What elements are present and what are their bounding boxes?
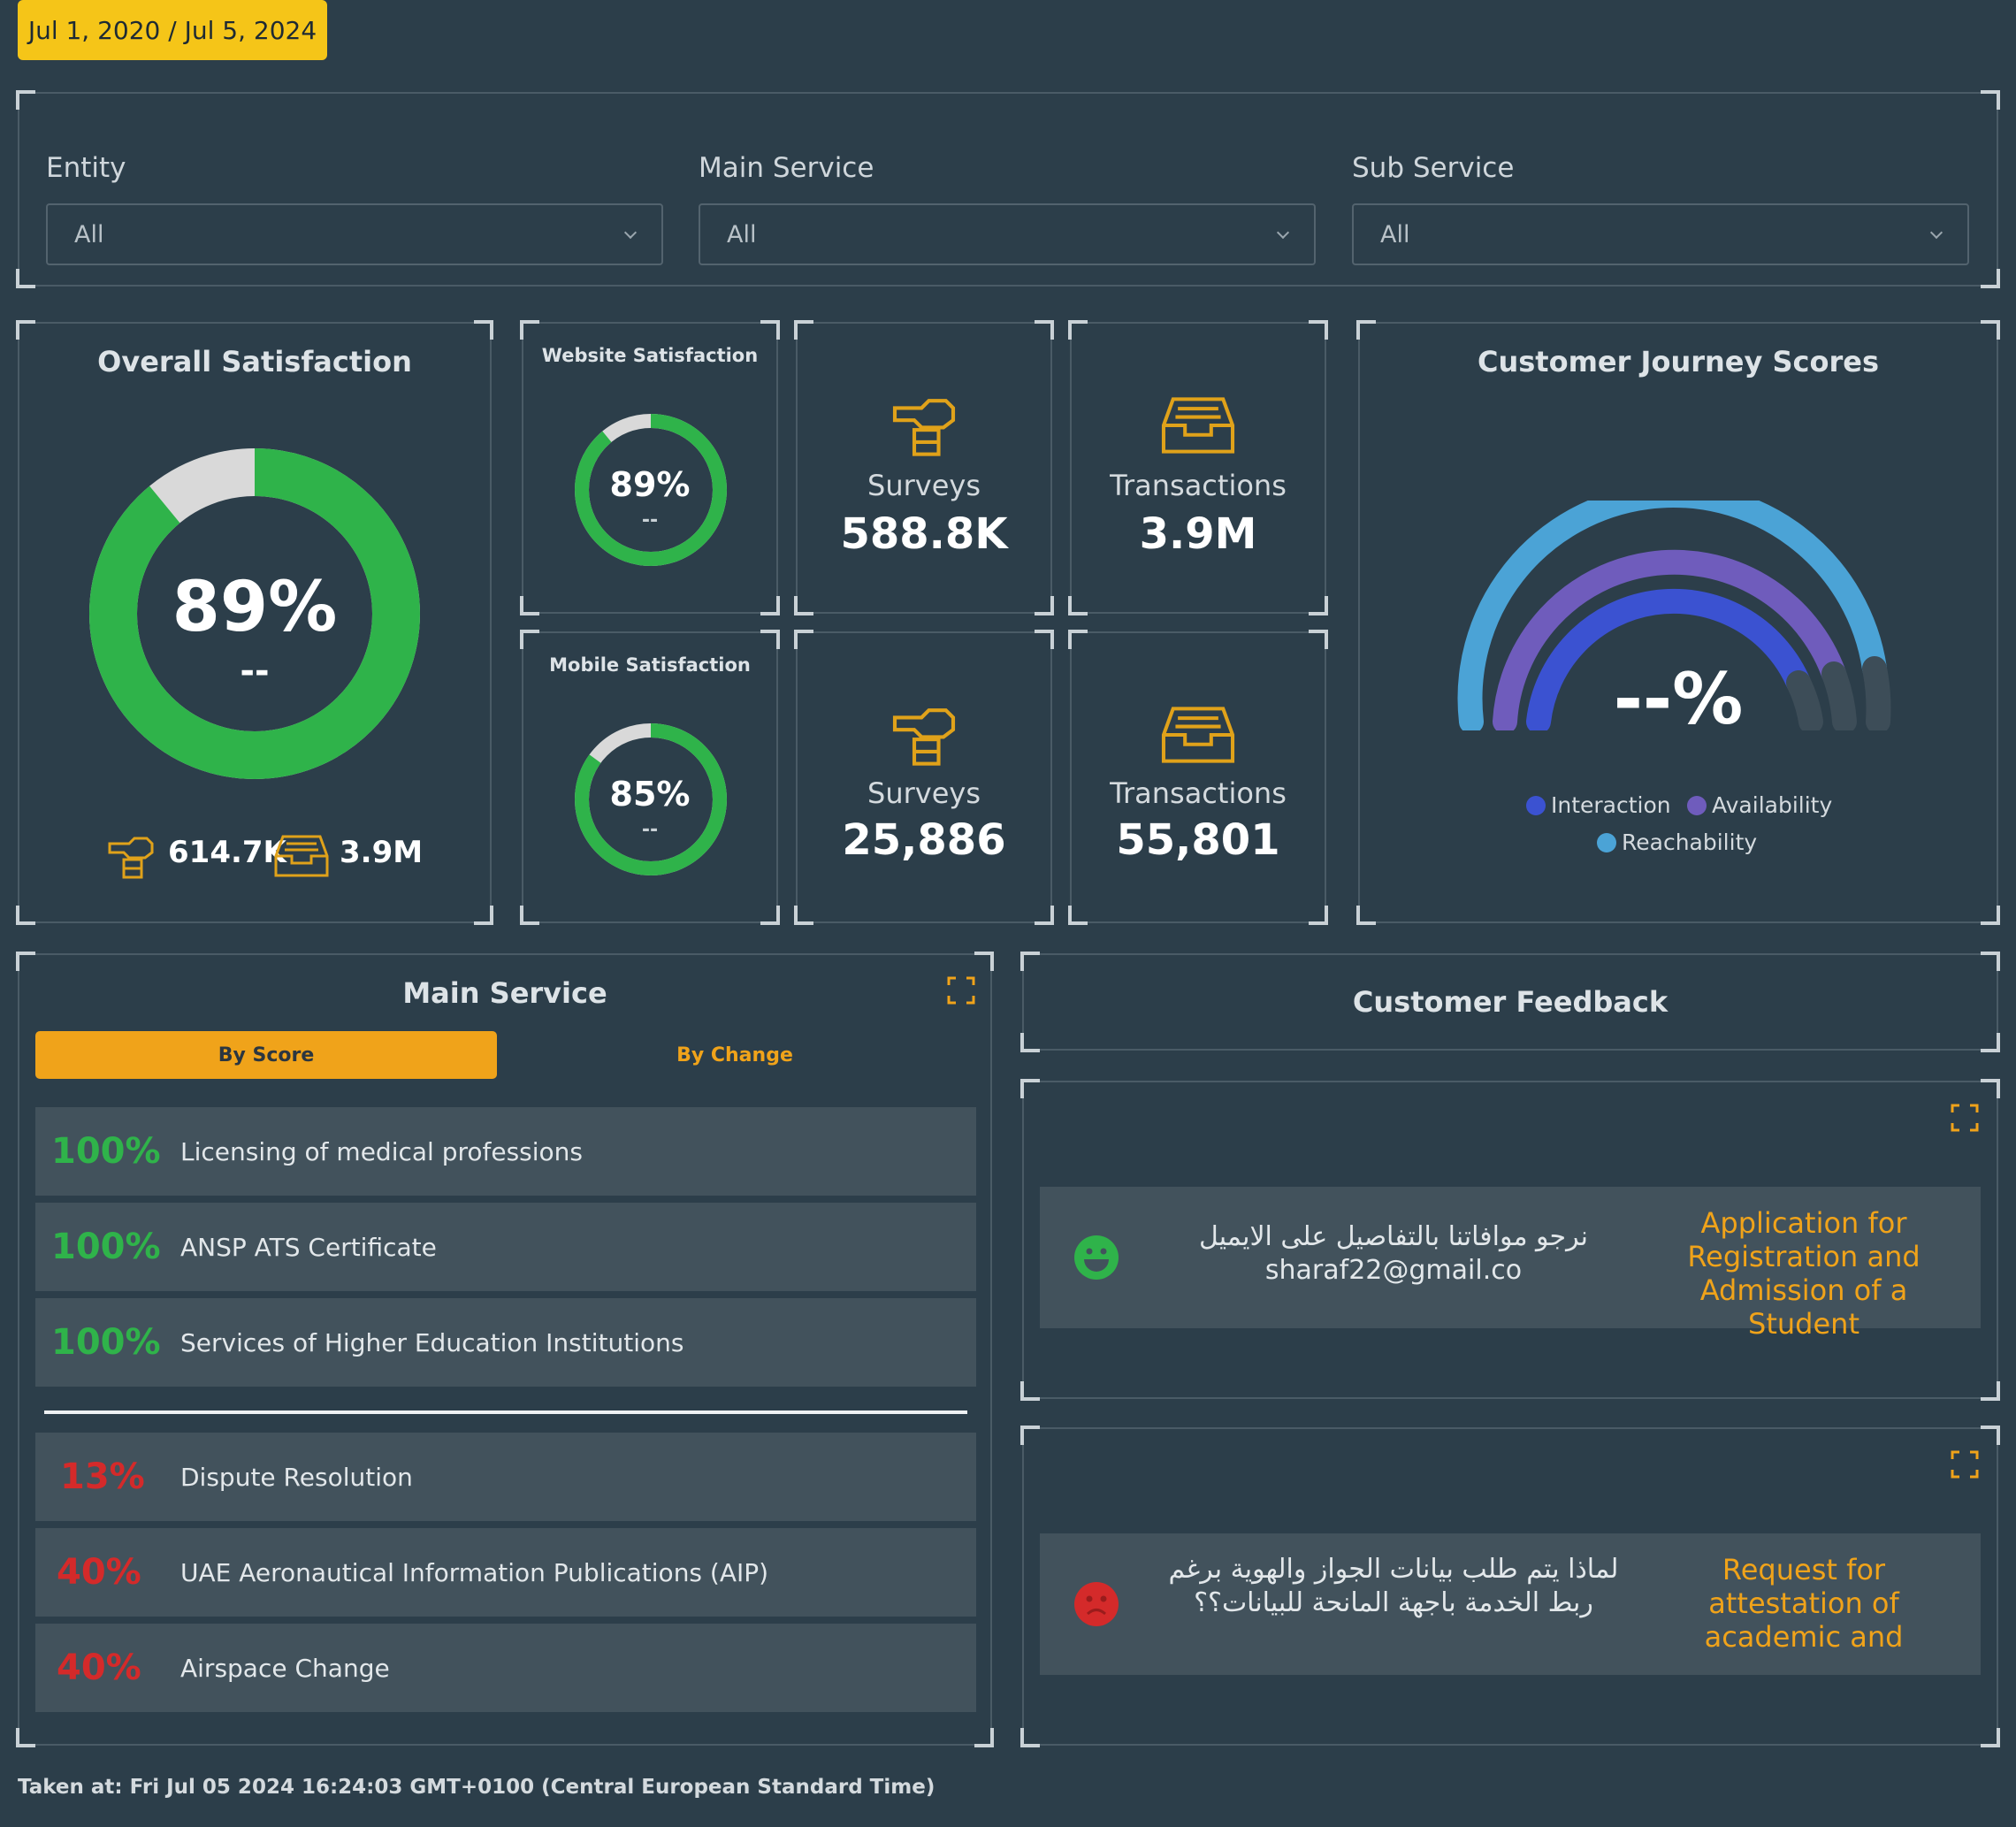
list-item[interactable]: 100% Services of Higher Education Instit… <box>35 1298 976 1387</box>
list-item[interactable]: 13% Dispute Resolution <box>35 1433 976 1521</box>
transactions-icon <box>274 835 329 877</box>
list-divider <box>44 1410 967 1414</box>
web-transactions-label: Transactions <box>1110 469 1287 502</box>
surveys-icon <box>108 837 154 879</box>
service-name: Licensing of medical professions <box>180 1136 584 1166</box>
legend-dot <box>1526 796 1546 815</box>
list-item[interactable]: 100% ANSP ATS Certificate <box>35 1203 976 1291</box>
mobile-transactions-card: Transactions 55,801 <box>1068 630 1328 925</box>
legend-dot <box>1687 796 1707 815</box>
chevron-down-icon <box>1276 226 1290 240</box>
customer-feedback-header: Customer Feedback <box>1020 952 2000 1052</box>
legend-dot <box>1597 833 1616 852</box>
overall-transactions-value: 3.9M <box>340 835 424 870</box>
entity-select-value: All <box>74 220 104 248</box>
service-score: 100% <box>51 1131 161 1172</box>
happy-face-icon <box>1074 1235 1119 1280</box>
main-service-select[interactable]: All <box>699 203 1316 265</box>
main-service-select-value: All <box>727 220 757 248</box>
overall-surveys-value: 614.7K <box>168 835 286 870</box>
journey-legend-availability: Availability <box>1687 792 1832 818</box>
web-surveys-label: Surveys <box>867 469 981 502</box>
capture-timestamp: Taken at: Fri Jul 05 2024 16:24:03 GMT+0… <box>18 1776 935 1799</box>
website-satisfaction-change: -- <box>641 509 659 531</box>
web-transactions-value: 3.9M <box>1139 509 1257 559</box>
website-satisfaction-percent: 89% <box>609 465 691 504</box>
website-satisfaction-panel: Website Satisfaction 89% -- <box>520 320 780 615</box>
feedback-service: Request for attestation of academic and <box>1704 1553 1904 1654</box>
feedback-text: لماذا يتم طلب بيانات الجواز والهوية برغم… <box>1168 1554 1619 1618</box>
expand-icon[interactable] <box>1951 1450 1979 1479</box>
customer-journey-value: --% <box>1613 658 1744 740</box>
feedback-text: نرجو موافاتنا بالتفاصيل على الايميل shar… <box>1198 1221 1588 1286</box>
mobile-surveys-label: Surveys <box>867 776 981 810</box>
service-score: 13% <box>60 1456 145 1497</box>
entity-label: Entity <box>46 152 126 184</box>
service-score: 40% <box>57 1552 141 1593</box>
website-satisfaction-title: Website Satisfaction <box>541 345 759 366</box>
service-name: Dispute Resolution <box>180 1462 413 1492</box>
main-service-label: Main Service <box>699 152 874 184</box>
surveys-icon <box>892 708 956 766</box>
sad-face-icon <box>1074 1582 1119 1626</box>
expand-icon[interactable] <box>947 976 975 1005</box>
list-item[interactable]: 100% Licensing of medical professions <box>35 1107 976 1196</box>
expand-icon[interactable] <box>1951 1104 1979 1132</box>
service-score: 100% <box>51 1322 161 1363</box>
customer-feedback-title: Customer Feedback <box>1352 985 1669 1019</box>
list-item[interactable]: 40% Airspace Change <box>35 1624 976 1712</box>
tab-by-change[interactable]: By Change <box>504 1031 966 1079</box>
chevron-down-icon <box>623 226 638 240</box>
service-score: 40% <box>57 1647 141 1688</box>
chevron-down-icon <box>1929 226 1943 240</box>
customer-journey-title: Customer Journey Scores <box>1477 345 1880 378</box>
overall-satisfaction-percent: 89% <box>172 568 338 647</box>
journey-legend-reachability: Reachability <box>1597 829 1757 855</box>
web-transactions-card: Transactions 3.9M <box>1068 320 1328 615</box>
service-name: Services of Higher Education Institution… <box>180 1327 684 1357</box>
sub-service-label: Sub Service <box>1352 152 1515 184</box>
list-item[interactable]: 40% UAE Aeronautical Information Publica… <box>35 1528 976 1617</box>
feedback-service: Application for Registration and Admissi… <box>1687 1206 1921 1341</box>
mobile-transactions-value: 55,801 <box>1116 815 1280 865</box>
tab-by-score[interactable]: By Score <box>35 1031 497 1079</box>
date-range-button[interactable]: Jul 1, 2020 / Jul 5, 2024 <box>18 0 327 60</box>
sub-service-select-value: All <box>1380 220 1410 248</box>
sub-service-select[interactable]: All <box>1352 203 1969 265</box>
mobile-surveys-card: Surveys 25,886 <box>794 630 1054 925</box>
overall-satisfaction-title: Overall Satisfaction <box>97 345 412 378</box>
surveys-icon <box>892 399 956 456</box>
mobile-satisfaction-change: -- <box>641 819 659 841</box>
customer-journey-panel: Customer Journey Scores --% Interaction … <box>1356 320 2000 925</box>
entity-select[interactable]: All <box>46 203 663 265</box>
web-surveys-card: Surveys 588.8K <box>794 320 1054 615</box>
journey-legend-interaction: Interaction <box>1526 792 1671 818</box>
mobile-satisfaction-percent: 85% <box>609 775 691 814</box>
main-service-title: Main Service <box>402 976 607 1010</box>
transactions-icon <box>1161 397 1235 454</box>
mobile-satisfaction-panel: Mobile Satisfaction 85% -- <box>520 630 780 925</box>
overall-satisfaction-panel: Overall Satisfaction 89% -- 614.7K 3.9M <box>16 320 493 925</box>
service-score: 100% <box>51 1227 161 1267</box>
mobile-surveys-value: 25,886 <box>842 815 1006 865</box>
transactions-icon <box>1161 707 1235 763</box>
mobile-transactions-label: Transactions <box>1110 776 1287 810</box>
feedback-item[interactable]: نرجو موافاتنا بالتفاصيل على الايميل shar… <box>1040 1187 1981 1341</box>
service-name: UAE Aeronautical Information Publication… <box>180 1557 769 1587</box>
feedback-item[interactable]: لماذا يتم طلب بيانات الجواز والهوية برغم… <box>1040 1533 1981 1675</box>
mobile-satisfaction-title: Mobile Satisfaction <box>549 654 751 676</box>
service-name: ANSP ATS Certificate <box>180 1232 437 1262</box>
overall-satisfaction-change: -- <box>240 651 270 692</box>
web-surveys-value: 588.8K <box>840 509 1008 559</box>
service-name: Airspace Change <box>180 1653 390 1683</box>
